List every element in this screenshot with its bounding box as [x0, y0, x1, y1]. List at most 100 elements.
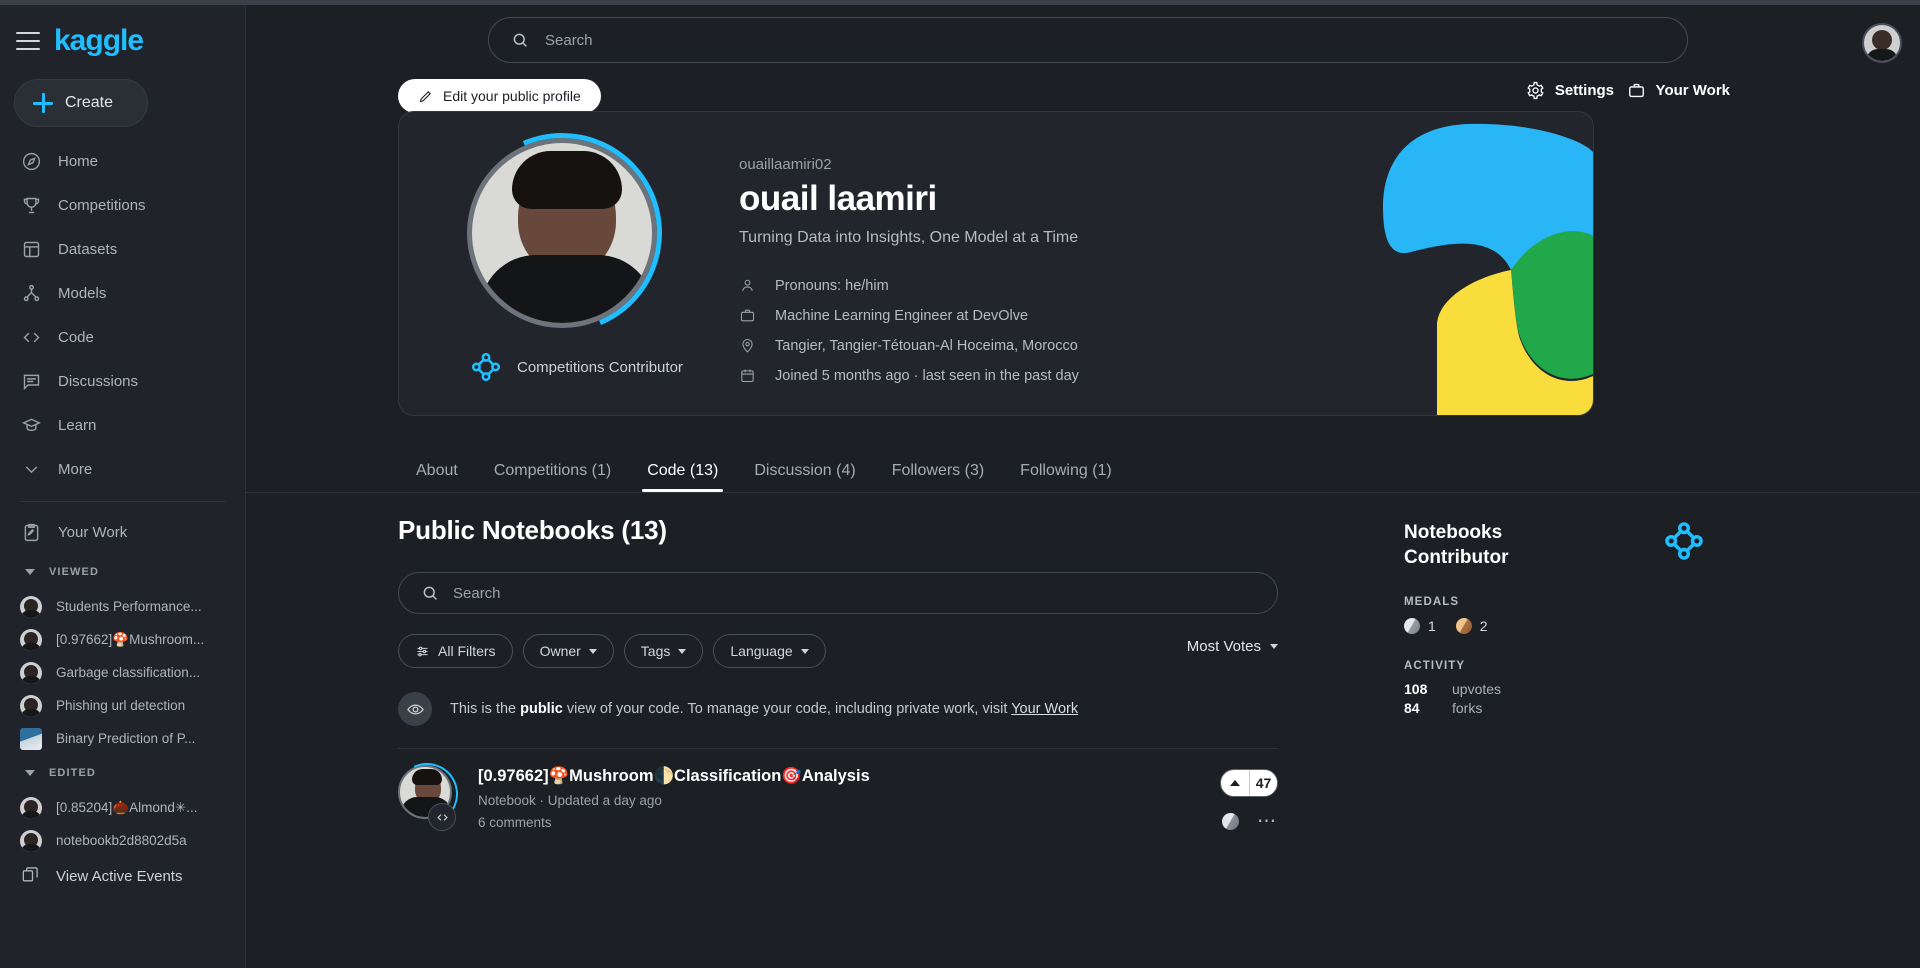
notebook-info: [0.97662]🍄Mushroom🌓Classification🎯Analys…: [478, 765, 870, 830]
silver-medal-count: 1: [1404, 618, 1436, 635]
search-icon: [421, 584, 439, 602]
sidebar-item-your-work[interactable]: Your Work: [0, 510, 245, 554]
edit-public-profile-button[interactable]: Edit your public profile: [398, 79, 601, 113]
your-work-icon: [20, 521, 42, 543]
list-item-label: notebookb2d8802d5a: [56, 833, 187, 848]
notebook-comments: 6 comments: [478, 815, 552, 830]
upvote-control[interactable]: 47: [1220, 769, 1278, 797]
avatar: [20, 661, 42, 684]
language-filter-label: Language: [730, 643, 793, 659]
global-search-input[interactable]: Search: [488, 17, 1688, 63]
sidebar-divider: [20, 501, 225, 502]
create-button[interactable]: Create: [14, 79, 148, 127]
silver-medal-icon[interactable]: [1222, 813, 1239, 830]
sidebar-item-code[interactable]: Code: [0, 315, 245, 359]
profile-meta-list: Pronouns: he/him Machine Learning Engine…: [739, 277, 1079, 385]
tab-about[interactable]: About: [398, 462, 476, 492]
sidebar-item-more[interactable]: More: [0, 447, 245, 491]
search-icon: [511, 31, 529, 49]
avatar-face: [1872, 30, 1892, 50]
chevron-down-icon: [800, 648, 809, 654]
notebook-subtitle: Notebook · Updated a day ago: [478, 793, 662, 808]
sidebar-item-datasets[interactable]: Datasets: [0, 227, 245, 271]
competitions-tier-icon: [471, 352, 501, 382]
discussion-icon: [20, 370, 42, 392]
upvote-arrow-icon[interactable]: [1221, 770, 1249, 796]
notebooks-column: Public Notebooks (13) Search All Filters…: [387, 515, 1278, 834]
left-sidebar: kaggle Create Home Competitions Datasets…: [0, 5, 246, 968]
sidebar-item-models[interactable]: Models: [0, 271, 245, 315]
compass-icon: [20, 150, 42, 172]
sidebar-item-discussions[interactable]: Discussions: [0, 359, 245, 403]
primary-nav: Home Competitions Datasets Models Code D…: [0, 139, 245, 491]
user-avatar[interactable]: [1862, 23, 1902, 63]
list-item-label: Students Performance...: [56, 599, 202, 614]
tab-followers[interactable]: Followers (3): [874, 462, 1002, 492]
briefcase-icon: [1628, 83, 1644, 98]
list-item[interactable]: notebookb2d8802d5a: [0, 824, 245, 857]
avatar: [20, 829, 42, 852]
kaggle-logo[interactable]: kaggle: [54, 26, 144, 56]
hamburger-menu-icon[interactable]: [16, 32, 40, 50]
sidebar-item-label: Competitions: [58, 196, 146, 214]
notebook-title[interactable]: [0.97662]🍄Mushroom🌓Classification🎯Analys…: [478, 767, 870, 786]
notebook-search-input[interactable]: Search: [398, 572, 1278, 614]
your-work-button[interactable]: Your Work: [1627, 81, 1730, 100]
list-item[interactable]: [0.97662]🍄Mushroom...: [0, 623, 245, 656]
profile-card: Competitions Contributor ouaillaamiri02 …: [398, 111, 1594, 416]
activity-upvotes-label: upvotes: [1452, 681, 1502, 698]
sidebar-item-label: Discussions: [58, 372, 139, 390]
avatar: [20, 694, 42, 717]
owner-filter-button[interactable]: Owner: [522, 634, 614, 668]
all-filters-button[interactable]: All Filters: [398, 634, 513, 668]
owner-filter-label: Owner: [539, 643, 581, 659]
sidebar-item-label: Datasets: [58, 240, 118, 258]
settings-button[interactable]: Settings: [1526, 81, 1614, 100]
profile-info: ouaillaamiri02 ouail laamiri Turning Dat…: [739, 156, 1079, 385]
sidebar-item-label: Your Work: [58, 523, 128, 541]
avatar-hair: [512, 151, 622, 209]
list-divider: [398, 748, 1278, 749]
profile-tier-badge[interactable]: Competitions Contributor: [471, 352, 683, 382]
sidebar-item-learn[interactable]: Learn: [0, 403, 245, 447]
silver-medal-value: 1: [1428, 618, 1436, 635]
activity-upvotes-row: 108 upvotes: [1404, 681, 1704, 697]
profile-avatar[interactable]: [467, 138, 657, 328]
avatar: [20, 628, 42, 651]
tab-following[interactable]: Following (1): [1002, 462, 1130, 492]
tab-competitions[interactable]: Competitions (1): [476, 462, 629, 492]
sidebar-item-label: Code: [58, 328, 94, 346]
profile-meta-joined: Joined 5 months ago · last seen in the p…: [739, 367, 1079, 385]
profile-meta-pronouns: Pronouns: he/him: [739, 277, 1079, 295]
filter-bar: All Filters Owner Tags Language Most Vot…: [398, 634, 1278, 668]
public-view-notice: This is the public view of your code. To…: [398, 692, 1278, 726]
create-button-label: Create: [65, 94, 114, 111]
caret-down-icon: [25, 770, 35, 776]
list-item[interactable]: Students Performance...: [0, 590, 245, 623]
viewed-section-header[interactable]: VIEWED: [0, 554, 245, 590]
sort-dropdown[interactable]: Most Votes: [1187, 638, 1278, 655]
notebook-author-thumb[interactable]: [387, 754, 467, 834]
sort-label: Most Votes: [1186, 638, 1261, 655]
page-title: ouail laamiri: [739, 179, 937, 218]
view-active-events-button[interactable]: View Active Events: [0, 857, 245, 895]
activity-upvotes-value: 108: [1404, 681, 1428, 698]
tab-discussion[interactable]: Discussion (4): [736, 462, 873, 492]
edited-section-header[interactable]: EDITED: [0, 755, 245, 791]
sidebar-item-home[interactable]: Home: [0, 139, 245, 183]
list-item[interactable]: Binary Prediction of P...: [0, 722, 245, 755]
more-options-icon[interactable]: ⋯: [1257, 812, 1278, 831]
list-item[interactable]: [0.85204]🌰Almond✳...: [0, 791, 245, 824]
sidebar-item-competitions[interactable]: Competitions: [0, 183, 245, 227]
language-filter-button[interactable]: Language: [713, 634, 826, 668]
avatar: [20, 796, 42, 819]
tab-code[interactable]: Code (13): [629, 462, 736, 492]
chevron-down-icon: [20, 458, 42, 480]
list-item[interactable]: Garbage classification...: [0, 656, 245, 689]
profile-meta-location: Tangier, Tangier-Tétouan-Al Hoceima, Mor…: [739, 337, 1079, 355]
sidebar-header: kaggle: [0, 13, 245, 69]
your-work-link[interactable]: Your Work: [1011, 701, 1078, 717]
list-item[interactable]: Phishing url detection: [0, 689, 245, 722]
stack-icon: [20, 865, 42, 887]
tags-filter-button[interactable]: Tags: [623, 634, 704, 668]
